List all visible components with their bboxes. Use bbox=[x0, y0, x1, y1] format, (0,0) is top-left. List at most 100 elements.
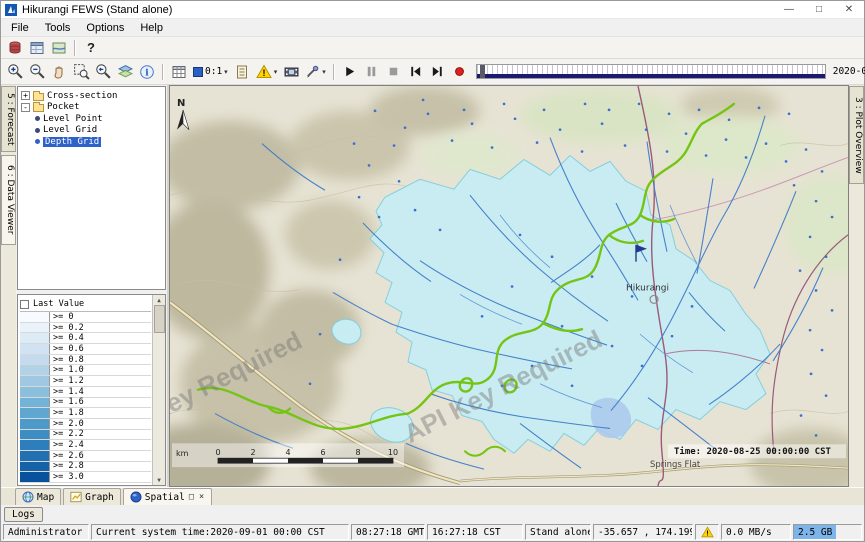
profile-tool-combo[interactable]: ▾ bbox=[302, 62, 329, 82]
scroll-thumb[interactable] bbox=[154, 305, 165, 333]
skip-end-icon bbox=[430, 64, 445, 79]
legend-swatch bbox=[20, 387, 50, 397]
tab-graph-label: Graph bbox=[85, 492, 114, 503]
expand-icon[interactable]: + bbox=[21, 91, 30, 100]
tree-item-cross-section[interactable]: + Cross-section bbox=[21, 90, 165, 102]
tree-item-pocket[interactable]: - Pocket bbox=[21, 102, 165, 114]
tab-close-icon[interactable]: × bbox=[198, 492, 205, 502]
movie-icon bbox=[283, 64, 300, 80]
legend-label: >= 1.2 bbox=[50, 376, 151, 386]
node-dot-icon bbox=[35, 139, 40, 144]
pan-button[interactable] bbox=[48, 62, 70, 82]
sidebar-tab-data-viewer[interactable]: 6 : Data Viewer bbox=[1, 155, 16, 245]
tab-restore-icon[interactable]: □ bbox=[188, 492, 195, 502]
legend-label: >= 2.8 bbox=[50, 462, 151, 472]
legend-label: >= 0 bbox=[50, 312, 151, 322]
svg-text:2: 2 bbox=[250, 448, 255, 457]
sidebar-tab-plot-overview[interactable]: 3 : Plot Overview bbox=[849, 86, 864, 184]
legend-label: >= 0.6 bbox=[50, 344, 151, 354]
info-button[interactable]: i bbox=[136, 62, 158, 82]
map-viewport[interactable]: API Key Required API Key Required Hikura… bbox=[169, 85, 849, 487]
zoom-previous-button[interactable] bbox=[92, 62, 114, 82]
pause-button[interactable] bbox=[361, 62, 383, 82]
legend-swatch bbox=[20, 462, 50, 472]
timestep-icon bbox=[193, 67, 203, 77]
tree-item-label[interactable]: Cross-section bbox=[47, 91, 117, 101]
help-button[interactable]: ? bbox=[80, 38, 102, 58]
collapse-icon[interactable]: - bbox=[21, 103, 30, 112]
timestep-combo[interactable]: 0:1 ▾ bbox=[190, 62, 231, 82]
menu-options[interactable]: Options bbox=[78, 21, 132, 35]
tree-item-label-selected[interactable]: Depth Grid bbox=[43, 137, 101, 147]
record-button[interactable] bbox=[449, 62, 471, 82]
tree-item-label[interactable]: Level Point bbox=[43, 114, 103, 124]
legend-entry: >= 0 bbox=[20, 312, 151, 323]
scroll-down-icon[interactable]: ▼ bbox=[157, 475, 161, 485]
menu-tools[interactable]: Tools bbox=[37, 21, 79, 35]
last-value-checkbox[interactable] bbox=[20, 300, 29, 309]
legend-label: >= 1.0 bbox=[50, 365, 151, 375]
stop-icon bbox=[386, 64, 401, 79]
svg-text:km: km bbox=[176, 449, 189, 458]
map-toolbar: i 0:1 ▾ bbox=[1, 59, 864, 85]
menu-file[interactable]: File bbox=[3, 21, 37, 35]
legend-entry: >= 1.6 bbox=[20, 398, 151, 409]
tree-item-label[interactable]: Pocket bbox=[47, 102, 80, 112]
layers-icon bbox=[117, 63, 134, 80]
zoom-in-button[interactable] bbox=[4, 62, 26, 82]
longitudinal-profile-button[interactable] bbox=[231, 62, 253, 82]
legend-scrollbar[interactable]: ▲ ▼ bbox=[152, 295, 165, 485]
thresholds-combo[interactable]: ! ▾ bbox=[253, 62, 281, 82]
grid-table-button[interactable] bbox=[168, 62, 190, 82]
legend-entry: >= 1.2 bbox=[20, 376, 151, 387]
tab-graph[interactable]: Graph bbox=[63, 488, 121, 505]
status-mode: Stand alone bbox=[525, 524, 591, 540]
play-icon bbox=[342, 64, 357, 79]
tab-map[interactable]: Map bbox=[15, 488, 61, 505]
scroll-up-icon[interactable]: ▲ bbox=[157, 295, 161, 305]
timeline-slider[interactable] bbox=[476, 64, 826, 79]
tree-item-level-point[interactable]: Level Point bbox=[21, 113, 165, 125]
toolbar-separator bbox=[162, 64, 164, 80]
toolbar-separator bbox=[333, 64, 335, 80]
animation-button[interactable] bbox=[280, 62, 302, 82]
main-area: 5 : Forecast 6 : Data Viewer + Cross-sec… bbox=[1, 85, 864, 487]
close-button[interactable]: ✕ bbox=[834, 1, 864, 18]
database-button[interactable] bbox=[4, 38, 26, 58]
maximize-button[interactable]: □ bbox=[804, 1, 834, 18]
tree-item-depth-grid[interactable]: Depth Grid bbox=[21, 136, 165, 148]
play-button[interactable] bbox=[339, 62, 361, 82]
tree-item-level-grid[interactable]: Level Grid bbox=[21, 125, 165, 137]
map-canvas[interactable]: API Key Required API Key Required Hikura… bbox=[170, 86, 848, 486]
chevron-down-icon: ▾ bbox=[224, 68, 228, 76]
tab-spatial[interactable]: Spatial □ × bbox=[123, 488, 212, 505]
chart-icon bbox=[70, 491, 82, 503]
grid-display-open-button[interactable] bbox=[26, 38, 48, 58]
minimize-button[interactable]: — bbox=[774, 1, 804, 18]
status-bar: Administrator Current system time:2020-0… bbox=[1, 523, 864, 541]
map-display-open-button[interactable] bbox=[48, 38, 70, 58]
status-warning[interactable]: ! bbox=[695, 524, 719, 540]
window-grid-icon bbox=[29, 40, 45, 56]
zoom-out-button[interactable] bbox=[26, 62, 48, 82]
legend-title: Last Value bbox=[33, 299, 84, 309]
zoom-extent-button[interactable] bbox=[70, 62, 92, 82]
go-to-end-button[interactable] bbox=[427, 62, 449, 82]
layers-button[interactable] bbox=[114, 62, 136, 82]
toolbar-separator bbox=[74, 40, 76, 56]
menu-bar: File Tools Options Help bbox=[1, 19, 864, 37]
warning-triangle-icon: ! bbox=[256, 64, 272, 79]
svg-text:8: 8 bbox=[355, 448, 360, 457]
tree-item-label[interactable]: Level Grid bbox=[43, 125, 97, 135]
go-to-start-button[interactable] bbox=[405, 62, 427, 82]
legend-swatch bbox=[20, 333, 50, 343]
timeline-thumb[interactable] bbox=[480, 65, 485, 78]
skip-start-icon bbox=[408, 64, 423, 79]
logs-button[interactable]: Logs bbox=[4, 507, 43, 522]
sidebar-tab-forecast[interactable]: 5 : Forecast bbox=[1, 86, 16, 152]
svg-text:!: ! bbox=[705, 529, 709, 538]
legend-entry: >= 1.4 bbox=[20, 387, 151, 398]
database-icon bbox=[7, 40, 23, 56]
stop-button[interactable] bbox=[383, 62, 405, 82]
menu-help[interactable]: Help bbox=[132, 21, 171, 35]
